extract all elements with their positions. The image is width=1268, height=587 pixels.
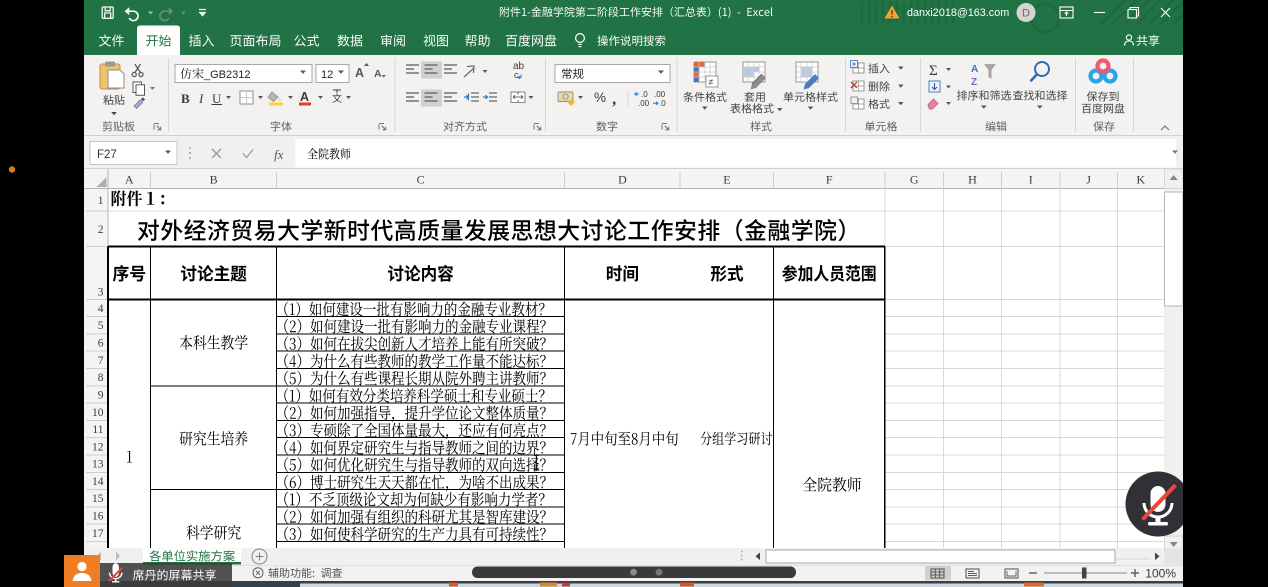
svg-text:_GB2312: _GB2312 [203,69,250,81]
svg-text:14: 14 [92,476,104,488]
svg-text:H: H [968,173,977,187]
svg-text:≠: ≠ [709,77,714,87]
svg-text:%: % [594,90,606,105]
svg-text:13: 13 [92,459,104,471]
svg-text:D: D [1022,8,1030,20]
svg-text:1: 1 [98,195,104,207]
svg-text:U: U [212,91,222,106]
svg-text:Σ: Σ [929,63,938,79]
svg-text:17: 17 [92,528,104,540]
svg-text:A: A [374,68,382,80]
svg-text:fx: fx [274,147,284,162]
svg-text:J: J [1086,173,1091,187]
svg-text:E: E [723,173,730,187]
svg-text:c: c [514,70,519,80]
svg-text:danxi2018@163.com: danxi2018@163.com [907,7,1009,19]
svg-text:B: B [181,91,190,106]
svg-text:.0: .0 [659,99,666,108]
svg-text:10: 10 [92,407,104,419]
svg-text:2: 2 [98,224,104,236]
svg-text:12: 12 [321,69,333,81]
svg-text:3: 3 [98,287,104,299]
svg-text:100%: 100% [1145,567,1176,581]
svg-text:5: 5 [98,320,104,332]
svg-text:4: 4 [98,303,104,315]
svg-text:I: I [198,91,204,106]
svg-text:A: A [300,90,309,104]
svg-text:D: D [618,173,627,187]
svg-text:F: F [826,173,833,187]
svg-text:7: 7 [98,355,104,367]
svg-text:15: 15 [92,493,104,505]
svg-text:12: 12 [92,441,104,453]
svg-text:6: 6 [98,338,104,350]
svg-text:C: C [417,173,425,187]
svg-text:.00: .00 [638,99,650,108]
svg-text:.00: .00 [654,90,666,99]
svg-text:I: I [1029,173,1033,187]
svg-text:K: K [1136,173,1145,187]
svg-text:.0: .0 [641,90,648,99]
svg-text:F27: F27 [97,149,117,161]
svg-text:A: A [355,66,364,80]
svg-text:G: G [910,173,919,187]
svg-text:8: 8 [98,372,104,384]
svg-text:9: 9 [98,390,104,402]
svg-text:Z: Z [971,77,977,88]
svg-text:11: 11 [92,424,103,436]
svg-text:A: A [971,64,978,75]
svg-text:A: A [125,173,134,187]
svg-text:B: B [210,173,218,187]
svg-text:16: 16 [92,511,104,523]
svg-text:,: , [612,89,616,108]
